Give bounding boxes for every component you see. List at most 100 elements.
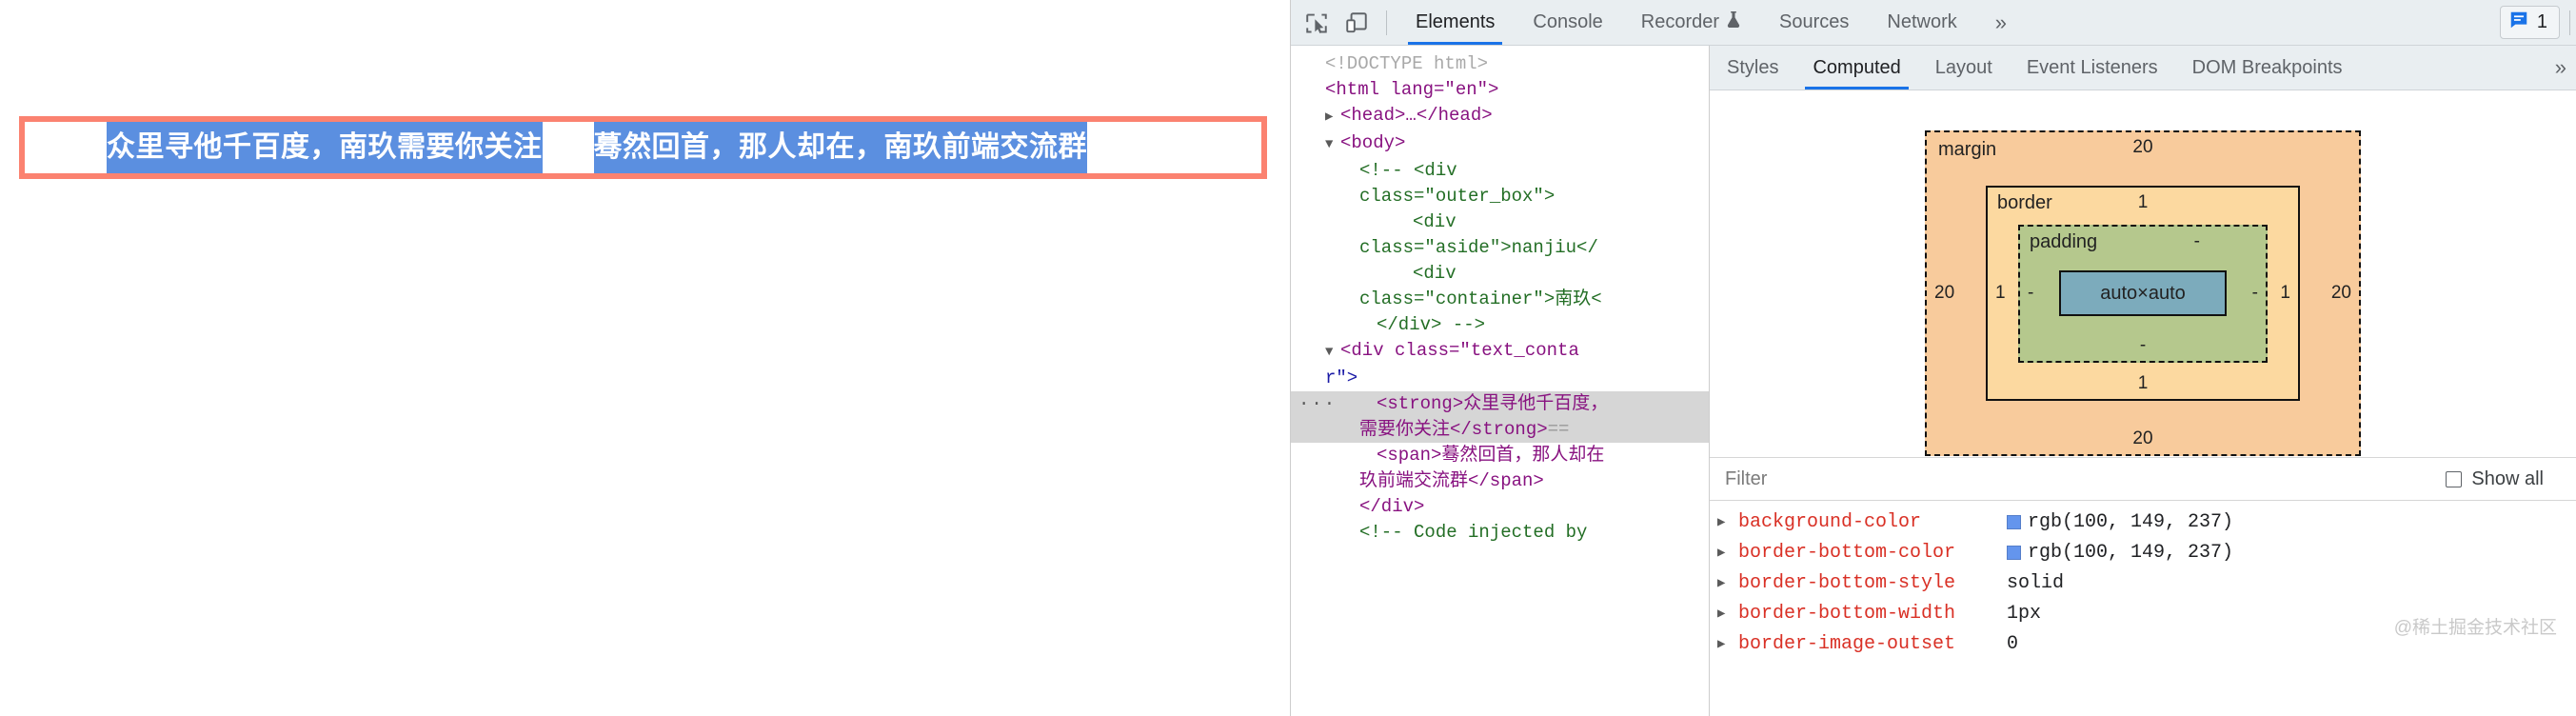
tab-console[interactable]: Console bbox=[1514, 0, 1621, 45]
dom-line-span[interactable]: <span>蓦然回首，那人却在 玖前端交流群</span> bbox=[1291, 443, 1709, 494]
expand-arrow-icon[interactable]: ▶ bbox=[1717, 606, 1738, 622]
textcontainer-open-a: <div class="text_conta bbox=[1340, 340, 1579, 361]
border-bottom-value[interactable]: 1 bbox=[2138, 373, 2149, 394]
tab-styles[interactable]: Styles bbox=[1710, 46, 1795, 90]
tab-event-listeners[interactable]: Event Listeners bbox=[2010, 46, 2175, 90]
color-swatch[interactable] bbox=[2007, 514, 2021, 529]
dom-comment-line-6[interactable]: class="container">南玖< bbox=[1291, 287, 1709, 312]
div-close-text: </div> bbox=[1359, 496, 1425, 517]
dom-comment-line-2[interactable]: class="outer_box"> bbox=[1291, 184, 1709, 209]
computed-prop-row[interactable]: ▶ background-color rgb(100, 149, 237) bbox=[1710, 507, 2576, 537]
tab-layout[interactable]: Layout bbox=[1918, 46, 2010, 90]
expand-arrow-icon[interactable]: ▶ bbox=[1717, 514, 1738, 530]
show-all-checkbox[interactable] bbox=[2446, 470, 2463, 487]
comment-l2: class="outer_box"> bbox=[1359, 186, 1556, 207]
dom-line-textcontainer-open[interactable]: ▼ <div class="text_conta bbox=[1291, 338, 1709, 366]
injected-comment-text: <!-- Code injected by bbox=[1359, 522, 1588, 543]
prop-value-text: 1px bbox=[2007, 602, 2042, 625]
collapse-triangle-textcontainer[interactable]: ▼ bbox=[1325, 340, 1340, 366]
margin-left-value[interactable]: 20 bbox=[1934, 283, 1954, 304]
issues-count: 1 bbox=[2536, 11, 2547, 32]
prop-name: background-color bbox=[1738, 510, 1922, 533]
tab-computed[interactable]: Computed bbox=[1795, 46, 1917, 90]
border-right-value[interactable]: 1 bbox=[2280, 283, 2290, 304]
collapse-triangle-body[interactable]: ▼ bbox=[1325, 132, 1340, 158]
computed-prop-row[interactable]: ▶ border-bottom-width 1px bbox=[1710, 598, 2576, 628]
computed-subtabs: Styles Computed Layout Event Listeners D… bbox=[1710, 46, 2576, 90]
dom-comment-line-1[interactable]: <!-- <div bbox=[1291, 158, 1709, 184]
padding-top-value[interactable]: - bbox=[2194, 231, 2200, 252]
text-container-box: 众里寻他千百度，南玖需要你关注 蓦然回首，那人却在，南玖前端交流群 bbox=[19, 116, 1267, 179]
prop-value-text: rgb(100, 149, 237) bbox=[2028, 510, 2234, 533]
tab-sources[interactable]: Sources bbox=[1760, 0, 1868, 45]
box-model-padding[interactable]: padding - - - - auto×auto bbox=[2018, 224, 2268, 363]
device-toolbar-icon[interactable] bbox=[1337, 3, 1377, 43]
html-open-text: <html lang="en"> bbox=[1325, 79, 1499, 100]
padding-bottom-value[interactable]: - bbox=[2140, 335, 2146, 356]
devtools-panel: Elements Console Recorder Sources Networ… bbox=[1290, 0, 2576, 716]
tab-computed-label: Computed bbox=[1813, 56, 1901, 78]
margin-top-value[interactable]: 20 bbox=[2132, 137, 2152, 158]
dom-comment-line-5[interactable]: <div bbox=[1291, 261, 1709, 287]
issues-button[interactable]: 1 bbox=[2499, 6, 2560, 39]
computed-properties-list[interactable]: ▶ background-color rgb(100, 149, 237) ▶ … bbox=[1710, 501, 2576, 716]
tab-network-label: Network bbox=[1887, 11, 1957, 32]
margin-right-value[interactable]: 20 bbox=[2331, 283, 2351, 304]
tab-styles-label: Styles bbox=[1727, 56, 1779, 78]
span-line-b: 玖前端交流群</span> bbox=[1359, 470, 1544, 491]
tab-recorder[interactable]: Recorder bbox=[1622, 0, 1760, 45]
prop-name: border-bottom-width bbox=[1738, 602, 1956, 625]
dom-line-injected-comment[interactable]: <!-- Code injected by bbox=[1291, 520, 1709, 546]
tab-network[interactable]: Network bbox=[1868, 0, 1975, 45]
color-swatch[interactable] bbox=[2007, 545, 2021, 560]
expand-triangle-head[interactable]: ▶ bbox=[1325, 105, 1340, 130]
padding-left-value[interactable]: - bbox=[2028, 283, 2033, 304]
prop-name: border-bottom-color bbox=[1738, 541, 1956, 564]
box-model-margin[interactable]: margin 20 20 20 20 border 1 1 1 1 paddin… bbox=[1925, 130, 2361, 456]
comment-l5: <div bbox=[1413, 263, 1456, 284]
more-tabs-icon[interactable]: » bbox=[1976, 0, 2026, 45]
issues-message-icon bbox=[2508, 10, 2529, 35]
box-model-content[interactable]: auto×auto bbox=[2059, 270, 2227, 316]
computed-prop-row[interactable]: ▶ border-bottom-style solid bbox=[1710, 567, 2576, 598]
dom-line-body[interactable]: ▼ <body> bbox=[1291, 130, 1709, 158]
margin-bottom-value[interactable]: 20 bbox=[2132, 428, 2152, 449]
more-subtabs-chevron-icon[interactable]: » bbox=[2546, 55, 2576, 80]
filter-input[interactable] bbox=[1723, 467, 2447, 491]
dom-line-doctype[interactable]: <!DOCTYPE html> bbox=[1291, 51, 1709, 77]
strong-marker: == bbox=[1547, 419, 1570, 440]
textcontainer-open-b: r"> bbox=[1325, 368, 1358, 388]
dom-line-html[interactable]: <html lang="en"> bbox=[1291, 77, 1709, 103]
computed-pane: Styles Computed Layout Event Listeners D… bbox=[1710, 46, 2576, 716]
border-left-value[interactable]: 1 bbox=[1995, 283, 2006, 304]
show-all-toggle[interactable]: Show all bbox=[2446, 468, 2544, 490]
dom-line-head[interactable]: ▶ <head>…</head> bbox=[1291, 103, 1709, 130]
span-line-a: <span>蓦然回首，那人却在 bbox=[1377, 445, 1605, 466]
computed-prop-row[interactable]: ▶ border-bottom-color rgb(100, 149, 237) bbox=[1710, 537, 2576, 567]
computed-prop-row[interactable]: ▶ border-image-outset 0 bbox=[1710, 628, 2576, 659]
box-model-border[interactable]: border 1 1 1 1 padding - - - - auto×auto bbox=[1986, 186, 2300, 401]
tab-elements[interactable]: Elements bbox=[1397, 0, 1514, 45]
node-ellipsis-icon[interactable]: ··· bbox=[1298, 391, 1337, 417]
padding-label: padding bbox=[2030, 230, 2098, 252]
comment-l1: <!-- <div bbox=[1359, 160, 1457, 181]
prop-value: 0 bbox=[2007, 633, 2018, 655]
dom-comment-line-4[interactable]: class="aside">nanjiu</ bbox=[1291, 235, 1709, 261]
dom-line-textcontainer-open-cont[interactable]: r"> bbox=[1291, 366, 1709, 391]
border-top-value[interactable]: 1 bbox=[2138, 192, 2149, 213]
dom-comment-line-7[interactable]: </div> --> bbox=[1291, 312, 1709, 338]
tab-dom-breakpoints[interactable]: DOM Breakpoints bbox=[2175, 46, 2360, 90]
tab-event-listeners-label: Event Listeners bbox=[2026, 56, 2158, 78]
comment-l4: class="aside">nanjiu</ bbox=[1359, 237, 1598, 258]
tab-console-label: Console bbox=[1533, 11, 1603, 32]
expand-arrow-icon[interactable]: ▶ bbox=[1717, 545, 1738, 561]
inspect-element-icon[interactable] bbox=[1297, 3, 1337, 43]
dom-line-div-close[interactable]: </div> bbox=[1291, 494, 1709, 520]
dom-line-strong[interactable]: ··· <strong>众里寻他千百度， 需要你关注</strong>== bbox=[1291, 391, 1709, 443]
expand-arrow-icon[interactable]: ▶ bbox=[1717, 636, 1738, 652]
tab-layout-label: Layout bbox=[1934, 56, 1992, 78]
dom-tree-pane[interactable]: <!DOCTYPE html> <html lang="en"> ▶ <head>… bbox=[1291, 46, 1710, 716]
dom-comment-line-3[interactable]: <div bbox=[1291, 209, 1709, 235]
padding-right-value[interactable]: - bbox=[2252, 283, 2258, 304]
expand-arrow-icon[interactable]: ▶ bbox=[1717, 575, 1738, 591]
